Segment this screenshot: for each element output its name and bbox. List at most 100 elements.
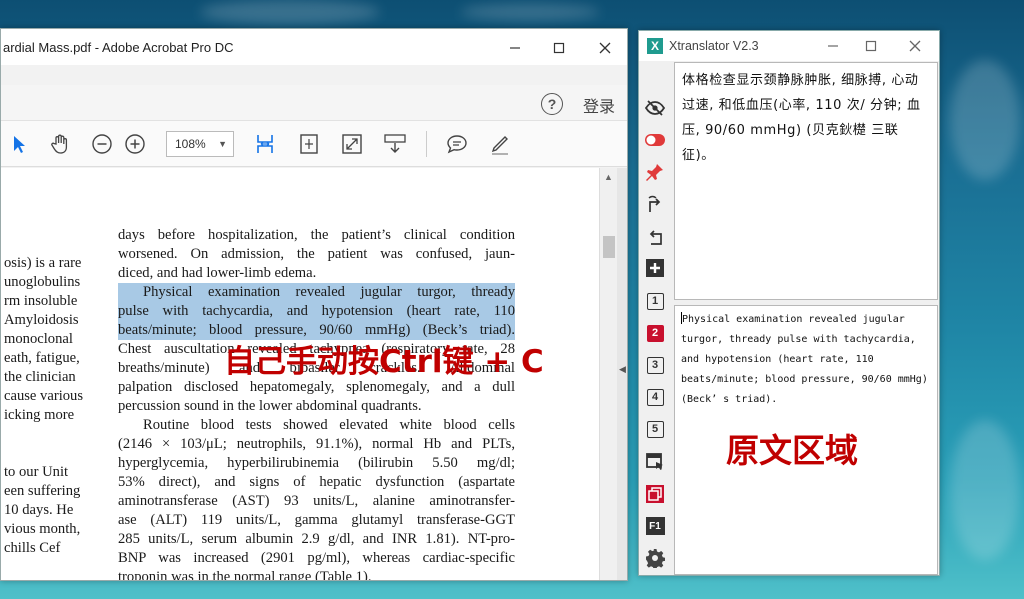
pdf-line-text: hyperglycemia, hyperbilirubinemia (bilir… xyxy=(118,455,515,471)
source-line-text: Physical examination revealed jugular xyxy=(682,314,905,325)
pdf-line-text: 285 units/L, serum albumin 2.9 g/dl, and… xyxy=(118,531,515,547)
copy-button[interactable] xyxy=(644,483,666,505)
hide-button[interactable] xyxy=(644,97,666,119)
select-tool-button[interactable] xyxy=(5,131,31,157)
pen-icon xyxy=(491,136,508,155)
pdf-line-text: BNP was increased (2901 pg/ml), whereas … xyxy=(118,550,515,566)
source-text: Physical examination revealed jugular tur… xyxy=(681,310,931,410)
xtranslator-titlebar[interactable]: X Xtranslator V2.3 xyxy=(639,31,939,61)
window-cursor-icon xyxy=(646,453,663,470)
pdf-line-text: percussion sound in the lower abdominal … xyxy=(118,398,422,414)
keyboard-scroll-icon xyxy=(384,134,406,153)
vertical-scrollbar[interactable]: ▲ xyxy=(599,168,617,580)
source-line: Physical examination revealed jugular xyxy=(681,310,931,330)
engine-4-button[interactable]: 4 xyxy=(644,386,666,408)
xt-minimize-button[interactable] xyxy=(815,34,851,58)
scrollbar-thumb[interactable] xyxy=(603,236,615,258)
maximize-button[interactable] xyxy=(539,35,579,61)
xt-maximize-button[interactable] xyxy=(853,34,889,58)
engine-3-button[interactable]: 3 xyxy=(644,354,666,376)
pdf-line: osis) is a rare xyxy=(4,255,82,271)
pdf-line: 285 units/L, serum albumin 2.9 g/dl, and… xyxy=(118,530,515,549)
pdf-line-text: pulse with tachycardia, and hypotension … xyxy=(118,303,515,319)
close-icon xyxy=(599,42,611,54)
rotate-left-button[interactable] xyxy=(644,225,666,247)
help-icon[interactable]: ? xyxy=(541,93,563,115)
pointer-icon xyxy=(14,136,25,153)
translation-output-pane[interactable]: 体格检查显示颈静脉肿胀, 细脉搏, 心动过速, 和低血压(心率, 110 次/ … xyxy=(674,62,938,300)
rotate-right-icon xyxy=(648,195,661,212)
settings-button[interactable] xyxy=(644,547,666,569)
pdf-left-column: osis) is a rare unoglobulins rm insoluble A… xyxy=(4,254,89,558)
xtranslator-sidebar: 1 2 3 4 5 F1 xyxy=(639,61,671,577)
toggle-icon xyxy=(645,134,665,146)
zoom-in-button[interactable] xyxy=(122,131,148,157)
pdf-line: cause various xyxy=(4,388,84,404)
pdf-line-text: diced, and had lower-limb edema. xyxy=(118,265,317,281)
background-highlight xyxy=(950,420,1020,560)
pdf-line: ase (ALT) 119 units/L, gamma glutamyl tr… xyxy=(118,511,515,530)
add-button[interactable] xyxy=(644,257,666,279)
source-line: turgor, thready pulse with tachycardia, xyxy=(681,330,931,350)
source-line-text: turgor, thready pulse with tachycardia, xyxy=(681,334,916,345)
fit-width-button[interactable] xyxy=(252,131,278,157)
engine-4-label: 4 xyxy=(646,388,664,406)
right-panel-collapse[interactable]: ◀ xyxy=(617,168,627,580)
engine-1-button[interactable]: 1 xyxy=(644,290,666,312)
pdf-line: the clinician xyxy=(4,369,76,385)
f1-icon: F1 xyxy=(645,517,665,535)
pdf-line: aminotransferase (AST) 93 units/L, alani… xyxy=(118,492,515,511)
chevron-left-icon[interactable]: ◀ xyxy=(619,364,626,375)
xtranslator-window: X Xtranslator V2.3 1 2 3 4 5 F1 体格检查显示颈静… xyxy=(638,30,940,576)
comment-icon xyxy=(447,135,467,154)
minimize-icon xyxy=(510,47,520,49)
eye-off-icon xyxy=(645,100,665,116)
window-title: ardial Mass.pdf - Adobe Acrobat Pro DC xyxy=(3,40,234,55)
pdf-line-text: palpation disclosed hepatomegaly, spleno… xyxy=(118,379,515,395)
comment-button[interactable] xyxy=(444,131,470,157)
pdf-line-selected: pulse with tachycardia, and hypotension … xyxy=(118,302,515,321)
pin-button[interactable] xyxy=(644,161,666,183)
source-area-annotation: 原文区域 xyxy=(726,431,858,470)
minimize-button[interactable] xyxy=(495,35,535,61)
pdf-line: rm insoluble xyxy=(4,293,78,309)
pdf-line: (2146 × 103/μL; neutrophils, 91.1%), nor… xyxy=(118,435,515,454)
scroll-up-icon[interactable]: ▲ xyxy=(604,172,613,182)
maximize-icon xyxy=(553,42,565,54)
engine-2-button[interactable]: 2 xyxy=(644,322,666,344)
source-line-text: and hypotension (heart rate, 110 xyxy=(681,354,874,365)
pdf-line: 10 days. He xyxy=(4,502,74,518)
pdf-line-text: days before hospitalization, the patient… xyxy=(118,227,515,243)
hand-tool-button[interactable] xyxy=(47,131,73,157)
pdf-line: Amyloidosis xyxy=(4,312,79,328)
zoom-out-button[interactable] xyxy=(89,131,115,157)
pdf-line: to our Unit xyxy=(4,464,69,480)
xt-close-button[interactable] xyxy=(897,34,933,58)
toolbar-divider xyxy=(426,131,427,157)
source-line-text: (Beck’ s triad). xyxy=(681,394,778,405)
plus-square-icon xyxy=(646,259,664,277)
highlight-pen-button[interactable] xyxy=(487,131,513,157)
close-button[interactable] xyxy=(585,35,625,61)
pdf-line-text: Physical examination revealed jugular tu… xyxy=(143,284,515,300)
pdf-line-text: ase (ALT) 119 units/L, gamma glutamyl tr… xyxy=(118,512,515,528)
pdf-line: percussion sound in the lower abdominal … xyxy=(118,397,515,416)
capture-window-button[interactable] xyxy=(644,451,666,473)
rotate-right-button[interactable] xyxy=(644,193,666,215)
chevron-down-icon: ▼ xyxy=(218,139,227,149)
source-line-text: beats/minute; blood pressure, 90/60 mmHg… xyxy=(681,374,928,385)
pdf-line-selected: Physical examination revealed jugular tu… xyxy=(118,283,515,302)
zoom-value: 108% xyxy=(175,137,206,151)
acrobat-titlebar[interactable]: ardial Mass.pdf - Adobe Acrobat Pro DC xyxy=(1,29,627,65)
fit-page-icon xyxy=(300,134,318,154)
fit-page-button[interactable] xyxy=(296,131,322,157)
pdf-line-text: aminotransferase (AST) 93 units/L, alani… xyxy=(118,493,515,509)
pdf-line: unoglobulins xyxy=(4,274,81,290)
engine-5-button[interactable]: 5 xyxy=(644,418,666,440)
help-f1-button[interactable]: F1 xyxy=(644,515,666,537)
login-link[interactable]: 登录 xyxy=(583,93,615,117)
zoom-select[interactable]: 108% ▼ xyxy=(166,131,234,157)
toggle-button[interactable] xyxy=(644,129,666,151)
full-screen-button[interactable] xyxy=(339,131,365,157)
scroll-mode-button[interactable] xyxy=(382,131,408,157)
